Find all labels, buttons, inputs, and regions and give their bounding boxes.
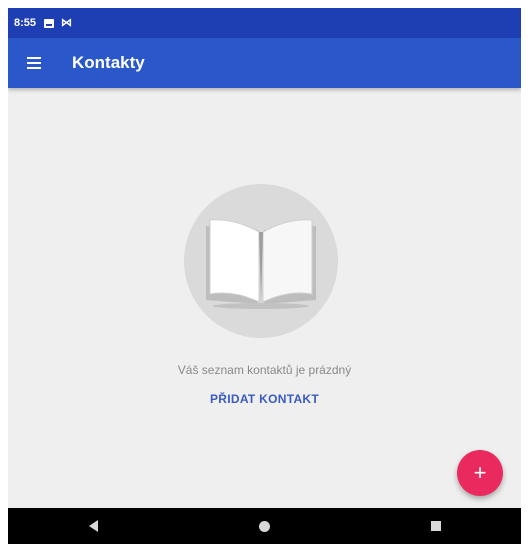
phone-screen: 8:55 ⋈ Kontakty Váš seznam kontaktů je p… <box>8 8 521 544</box>
recents-button[interactable] <box>416 508 456 544</box>
page-title: Kontakty <box>72 53 145 72</box>
add-fab-button[interactable]: + <box>457 450 503 496</box>
back-button[interactable] <box>74 508 114 544</box>
status-time: 8:55 <box>14 17 37 29</box>
app-bar: Kontakty <box>8 38 521 88</box>
recents-icon <box>430 521 441 531</box>
image-icon <box>44 18 55 28</box>
add-contact-button[interactable]: PŘIDAT KONTAKT <box>8 392 521 406</box>
plus-icon: + <box>473 460 487 485</box>
home-icon <box>259 520 270 532</box>
open-book-icon <box>206 219 316 309</box>
hamburger-menu-icon[interactable] <box>14 38 54 88</box>
navigation-bar <box>8 508 521 544</box>
status-bar: 8:55 ⋈ <box>8 8 521 38</box>
home-button[interactable] <box>245 508 285 544</box>
empty-state: Váš seznam kontaktů je prázdný PŘIDAT KO… <box>8 88 521 508</box>
empty-message: Váš seznam kontaktů je prázdný <box>177 363 352 377</box>
back-icon <box>89 520 98 532</box>
mail-icon: ⋈ <box>61 16 73 29</box>
empty-illustration <box>184 184 338 338</box>
